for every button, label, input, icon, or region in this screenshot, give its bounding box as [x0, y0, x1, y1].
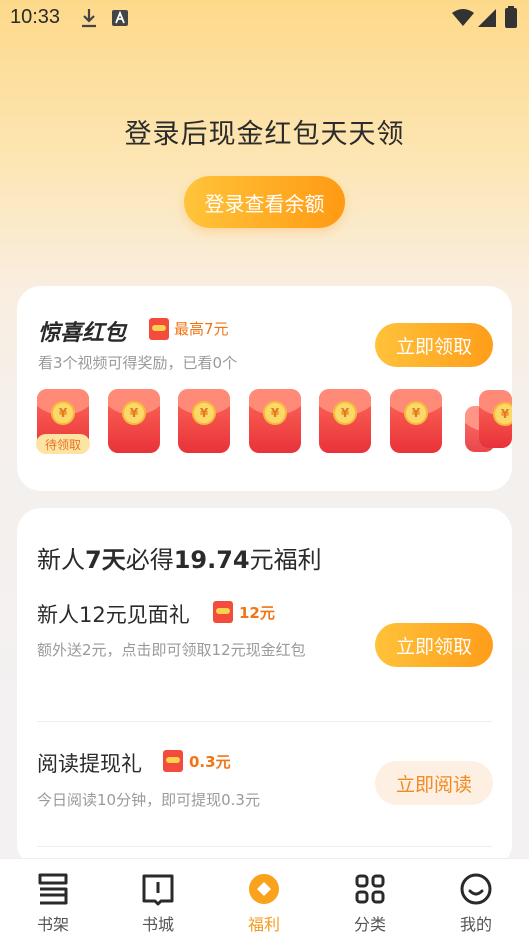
red-envelope-icon — [163, 750, 183, 772]
read-item-title: 阅读提现礼 — [37, 752, 142, 776]
newbie-title: 新人7天必得19.74元福利 — [37, 546, 322, 574]
hero-title: 登录后现金红包天天领 — [124, 119, 405, 150]
tab-bookshelf[interactable]: 书架 — [13, 859, 93, 940]
tab-label: 书城 — [141, 915, 174, 934]
red-packet-3[interactable]: ¥ — [178, 389, 230, 453]
tab-category[interactable]: 分类 — [330, 859, 410, 940]
gift-item-desc: 额外送2元，点击即可领取12元现金红包 — [37, 641, 306, 659]
status-bar: 10:33 — [0, 0, 529, 36]
profile-icon — [460, 873, 492, 905]
red-packet-stack-front[interactable]: ¥ — [479, 390, 512, 448]
divider — [37, 721, 492, 722]
login-check-balance-button[interactable]: 登录查看余额 — [184, 176, 345, 228]
read-item-desc: 今日阅读10分钟，即可提现0.3元 — [37, 791, 260, 809]
surprise-redpacket-card: 惊喜红包 最高7元 看3个视频可得奖励，已看0个 立即领取 ¥ ¥ ¥ ¥ ¥ … — [17, 286, 512, 491]
read-item-badge: 0.3元 — [189, 753, 231, 771]
tab-label: 分类 — [353, 915, 386, 934]
pending-tag: 待领取 — [36, 434, 90, 454]
bookshelf-icon — [38, 873, 68, 905]
tab-label: 我的 — [459, 915, 492, 934]
red-packet-2[interactable]: ¥ — [108, 389, 160, 453]
signal-icon — [478, 9, 496, 27]
wifi-icon — [452, 9, 474, 26]
max-reward-label: 最高7元 — [174, 320, 229, 338]
gift-item-badge: 12元 — [239, 604, 275, 622]
tab-label: 福利 — [247, 915, 280, 934]
newbie-welfare-card: 新人7天必得19.74元福利 新人12元见面礼 12元 额外送2元，点击即可领取… — [17, 508, 512, 868]
divider — [37, 846, 492, 847]
surprise-title: 惊喜红包 — [38, 321, 127, 346]
surprise-subtitle: 看3个视频可得奖励，已看0个 — [38, 354, 238, 372]
tab-label: 书架 — [36, 915, 69, 934]
welfare-icon — [249, 874, 279, 904]
notification-a-icon — [112, 10, 128, 26]
download-icon — [82, 9, 96, 28]
status-time: 10:33 — [10, 6, 61, 28]
category-icon — [355, 874, 385, 904]
tab-profile[interactable]: 我的 — [436, 859, 516, 940]
book-icon — [142, 874, 174, 906]
red-packet-5[interactable]: ¥ — [319, 389, 371, 453]
claim-surprise-button[interactable]: 立即领取 — [375, 323, 493, 367]
red-envelope-icon — [149, 318, 169, 340]
gift-item-title: 新人12元见面礼 — [37, 603, 190, 627]
tab-bookstore[interactable]: 书城 — [118, 859, 198, 940]
read-now-button[interactable]: 立即阅读 — [375, 761, 493, 805]
claim-gift-button[interactable]: 立即领取 — [375, 623, 493, 667]
red-envelope-icon — [213, 601, 233, 623]
tab-welfare[interactable]: 福利 — [224, 859, 304, 940]
red-packet-6[interactable]: ¥ — [390, 389, 442, 453]
battery-icon — [505, 6, 517, 28]
bottom-tab-bar: 书架 书城 福利 分类 我的 — [0, 858, 529, 940]
red-packet-4[interactable]: ¥ — [249, 389, 301, 453]
